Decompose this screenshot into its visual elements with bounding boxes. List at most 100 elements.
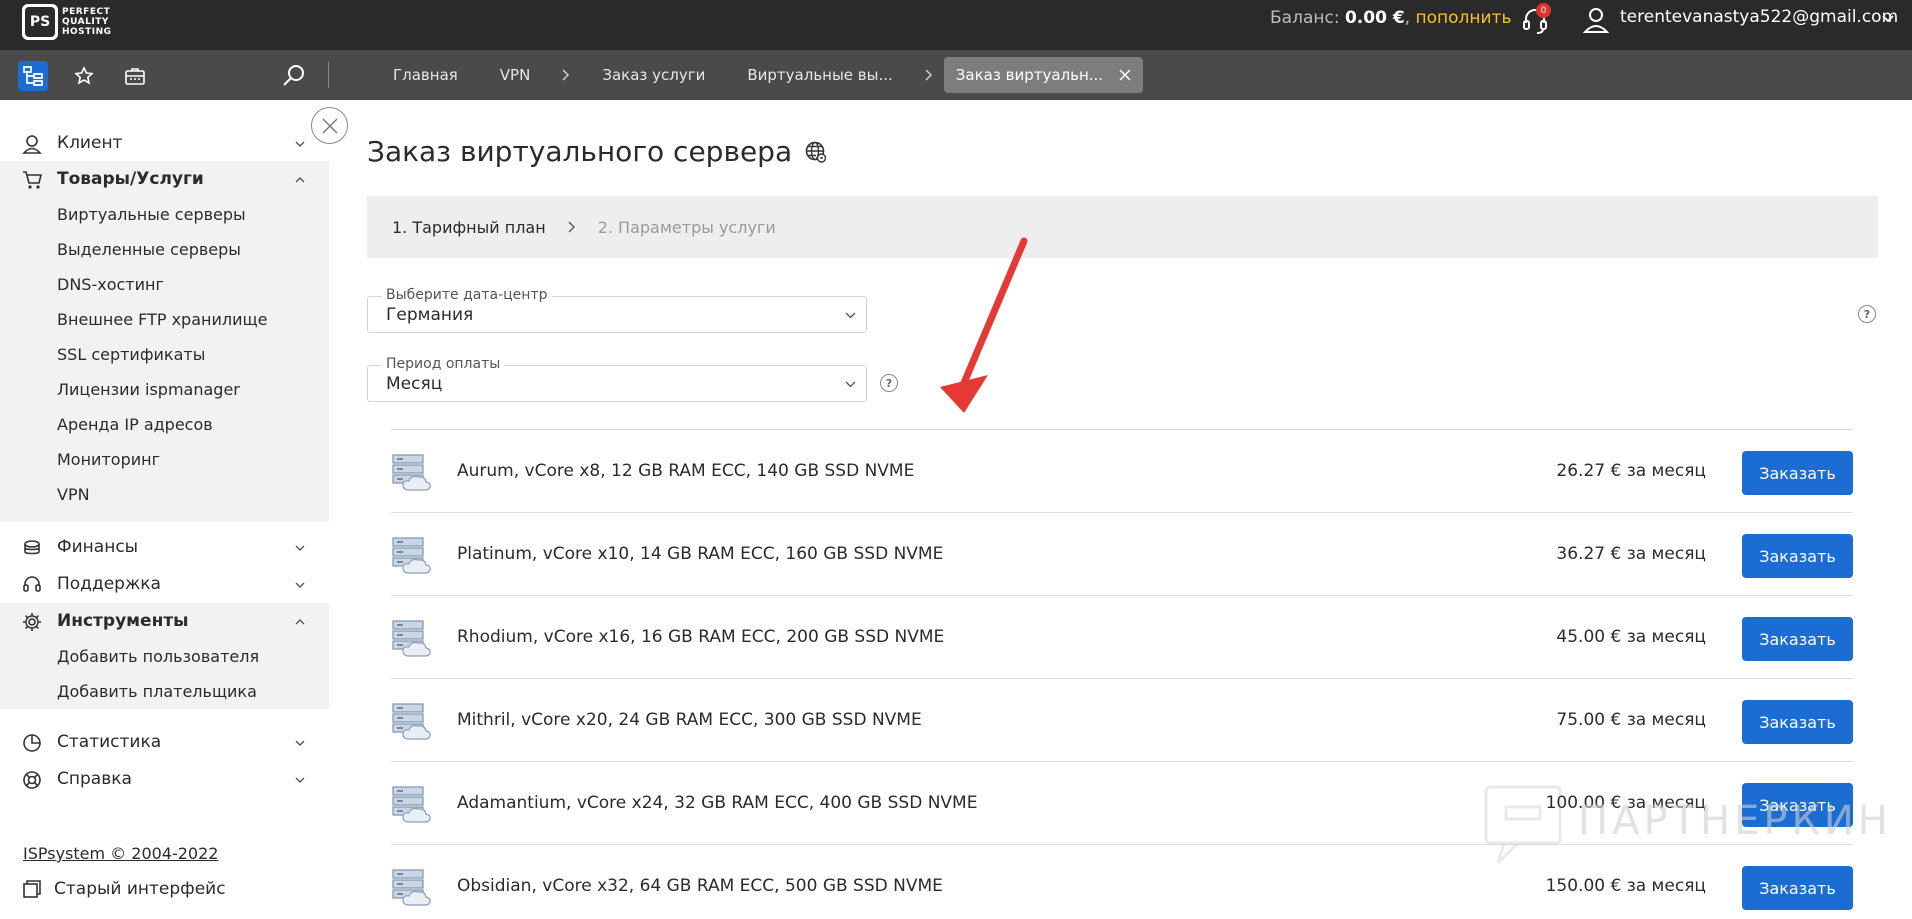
product-price: 75.00 € за месяц	[1556, 710, 1706, 730]
sidebar-subitem[interactable]: Мониторинг	[0, 442, 329, 477]
server-cloud-icon	[392, 454, 431, 491]
breadcrumb-item[interactable]: Главная	[372, 57, 479, 93]
top-bar: PS PERFECT QUALITY HOSTING Баланс: 0.00 …	[0, 0, 1912, 50]
sidebar-subitem[interactable]: Лицензии ispmanager	[0, 372, 329, 407]
order-button[interactable]: Заказать	[1742, 534, 1853, 578]
notification-badge: 0	[1536, 3, 1551, 18]
help-icon[interactable]: ?	[1858, 305, 1876, 323]
product-row: Platinum, vCore x10, 14 GB RAM ECC, 160 …	[391, 512, 1853, 595]
datacenter-value: Германия	[386, 305, 474, 325]
logo[interactable]: PS PERFECT QUALITY HOSTING	[22, 2, 132, 42]
server-cloud-icon	[392, 620, 431, 657]
product-row: Mithril, vCore x20, 24 GB RAM ECC, 300 G…	[391, 678, 1853, 761]
finance-icon	[24, 540, 40, 555]
tree-icon	[23, 66, 43, 86]
sidebar-group-support: Поддержка	[0, 566, 329, 602]
breadcrumb-current-label: Заказ виртуальн...	[955, 66, 1104, 84]
breadcrumb: Главная VPN Заказ услуги Виртуальные вы.…	[372, 57, 1144, 93]
sidebar-group-statistics: Статистика	[0, 724, 329, 760]
close-icon	[322, 118, 337, 133]
page-title-text: Заказ виртуального сервера	[367, 135, 793, 168]
datacenter-label: Выберите дата-центр	[382, 287, 552, 303]
sidebar-subitem[interactable]: DNS-хостинг	[0, 267, 329, 302]
sidebar-subitem[interactable]: Добавить пользователя	[0, 639, 329, 674]
product-name: Platinum, vCore x10, 14 GB RAM ECC, 160 …	[457, 544, 944, 564]
balance-label: Баланс:	[1270, 8, 1345, 28]
watermark-logo	[1484, 785, 1562, 865]
logo-mark: PS	[25, 7, 55, 37]
sidebar-subitem[interactable]: Виртуальные серверы	[0, 197, 329, 232]
sidebar-subitem[interactable]: Добавить плательщика	[0, 674, 329, 709]
topup-link[interactable]: пополнить	[1415, 8, 1511, 28]
user-email[interactable]: terentevanastya522@gmail.com	[1620, 7, 1898, 27]
logo-text: PERFECT QUALITY HOSTING	[62, 7, 112, 37]
user-icon[interactable]	[1582, 6, 1610, 34]
order-button[interactable]: Заказать	[1742, 451, 1853, 495]
old-interface-label: Старый интерфейс	[54, 879, 226, 899]
billing-period-select[interactable]: Период оплаты Месяц	[367, 356, 867, 402]
chevron-down-icon	[295, 740, 305, 746]
sidebar-subitem[interactable]: SSL сертификаты	[0, 337, 329, 372]
sidebar-item-label: Клиент	[57, 133, 123, 153]
order-button[interactable]: Заказать	[1742, 700, 1853, 744]
chevron-up-icon	[295, 177, 305, 183]
datacenter-select[interactable]: Выберите дата-центр Германия	[367, 287, 867, 333]
step-tariff[interactable]: 1. Тарифный план	[392, 218, 546, 237]
gear-icon	[23, 613, 41, 631]
product-row: Obsidian, vCore x32, 64 GB RAM ECC, 500 …	[391, 844, 1853, 919]
sidebar: Клиент Товары/Услуги Виртуальные серверы…	[0, 100, 329, 919]
sidebar-item-label: Инструменты	[57, 611, 189, 631]
logo-line: QUALITY	[62, 17, 109, 27]
menu-tree-button[interactable]	[18, 61, 48, 91]
sidebar-subitem[interactable]: Аренда IP адресов	[0, 407, 329, 442]
chevron-down-icon	[295, 141, 305, 147]
close-icon[interactable]	[1119, 69, 1131, 81]
order-button[interactable]: Заказать	[1742, 617, 1853, 661]
sidebar-item-statistics[interactable]: Статистика	[0, 724, 329, 760]
services-button[interactable]	[120, 61, 150, 91]
sidebar-subitem[interactable]: VPN	[0, 477, 329, 512]
chevron-down-icon	[295, 582, 305, 588]
sidebar-item-help[interactable]: Справка	[0, 761, 329, 797]
breadcrumb-current-tab[interactable]: Заказ виртуальн...	[943, 57, 1144, 93]
order-button[interactable]: Заказать	[1742, 866, 1853, 910]
watermark-text: ПАРТНЕРКИН	[1578, 798, 1892, 844]
chevron-down-icon[interactable]	[1882, 12, 1894, 24]
step-parameters: 2. Параметры услуги	[597, 217, 776, 237]
search-icon	[283, 65, 304, 86]
breadcrumb-item[interactable]: Заказ услуги	[581, 57, 726, 93]
close-sidebar-button[interactable]	[311, 107, 348, 144]
sidebar-subitem[interactable]: Внешнее FTP хранилище	[0, 302, 329, 337]
favorites-button[interactable]	[69, 61, 99, 91]
server-cloud-icon	[392, 786, 431, 823]
sidebar-item-tools[interactable]: Инструменты	[0, 603, 329, 639]
sidebar-item-support[interactable]: Поддержка	[0, 566, 329, 602]
old-interface-link[interactable]: Старый интерфейс	[22, 879, 226, 899]
search-button[interactable]	[279, 61, 309, 91]
order-steps: 1. Тарифный план 2. Параметры услуги	[367, 196, 1878, 258]
window-icon	[23, 880, 41, 898]
help-icon[interactable]: ?	[880, 374, 898, 392]
breadcrumb-item[interactable]: Виртуальные вы...	[726, 57, 913, 93]
logo-line: PERFECT	[62, 7, 111, 17]
sidebar-item-label: Финансы	[57, 537, 139, 557]
balance: Баланс: 0.00 €, пополнить	[1270, 8, 1511, 28]
chevron-right-icon	[562, 69, 570, 81]
product-row: Aurum, vCore x8, 12 GB RAM ECC, 140 GB S…	[391, 429, 1853, 512]
sidebar-subitem[interactable]: Выделенные серверы	[0, 232, 329, 267]
sidebar-item-label: Поддержка	[57, 574, 161, 594]
sidebar-item-finance[interactable]: Финансы	[0, 529, 329, 565]
period-value: Месяц	[386, 374, 443, 394]
sidebar-item-label: Статистика	[57, 732, 162, 752]
sidebar-item-client[interactable]: Клиент	[0, 125, 329, 161]
chevron-down-icon	[295, 545, 305, 551]
server-cloud-icon	[392, 703, 431, 740]
globe-icon[interactable]	[804, 140, 828, 164]
sidebar-group-finance: Финансы	[0, 529, 329, 565]
sidebar-item-products[interactable]: Товары/Услуги	[0, 161, 329, 197]
copyright-link[interactable]: ISPsystem © 2004-2022	[23, 844, 218, 863]
product-name: Aurum, vCore x8, 12 GB RAM ECC, 140 GB S…	[457, 461, 915, 481]
product-list: Aurum, vCore x8, 12 GB RAM ECC, 140 GB S…	[391, 429, 1853, 919]
sidebar-group-help: Справка	[0, 761, 329, 797]
breadcrumb-item[interactable]: VPN	[479, 57, 552, 93]
